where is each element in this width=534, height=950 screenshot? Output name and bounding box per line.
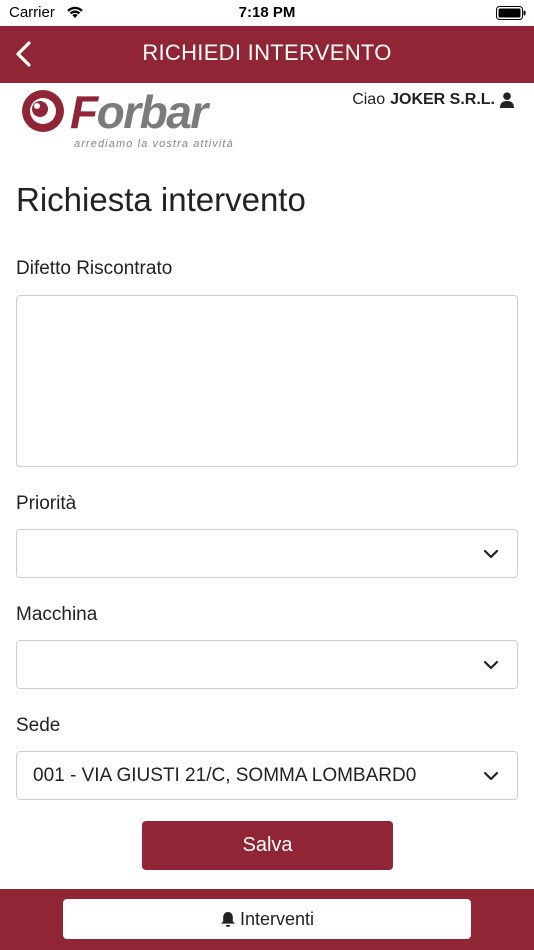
machine-label: Macchina — [16, 604, 98, 625]
bell-icon — [221, 911, 235, 927]
logo-mark-icon — [22, 90, 64, 132]
forbar-logo: Forbar arrediamo la vostra attività — [18, 86, 233, 156]
nav-title: RICHIEDI INTERVENTO — [142, 40, 392, 65]
user-icon — [500, 92, 514, 108]
defect-textarea[interactable] — [16, 295, 518, 467]
site-label: Sede — [16, 715, 61, 736]
site-value: 001 - VIA GIUSTI 21/C, SOMMA LOMBARD0 — [33, 765, 417, 786]
user-name: JOKER S.R.L. — [390, 91, 495, 108]
site-select[interactable]: 001 - VIA GIUSTI 21/C, SOMMA LOMBARD0 — [16, 751, 518, 800]
priority-select[interactable] — [16, 529, 518, 578]
page-title: Richiesta intervento — [16, 181, 306, 218]
clock: 7:18 PM — [238, 4, 296, 21]
save-button[interactable]: Salva — [142, 821, 393, 870]
priority-label: Priorità — [16, 493, 77, 514]
logo-wordmark: Forbar — [70, 86, 208, 138]
battery-icon — [496, 6, 526, 20]
chevron-down-icon — [483, 771, 499, 781]
interventions-button[interactable]: Interventi — [63, 899, 471, 939]
logo-tagline: arrediamo la vostra attività — [74, 138, 234, 150]
interventions-label: Interventi — [239, 908, 315, 929]
greeting-prefix: Ciao — [352, 91, 386, 108]
machine-select[interactable] — [16, 640, 518, 689]
nav-bar: RICHIEDI INTERVENTO — [0, 26, 534, 83]
user-greeting: Ciao JOKER S.R.L. — [352, 91, 514, 109]
defect-label: Difetto Riscontrato — [16, 258, 173, 279]
status-bar: Carrier 7:18 PM — [0, 0, 534, 26]
chevron-down-icon — [483, 549, 499, 559]
footer-bar: Interventi — [0, 889, 534, 950]
chevron-down-icon — [483, 660, 499, 670]
